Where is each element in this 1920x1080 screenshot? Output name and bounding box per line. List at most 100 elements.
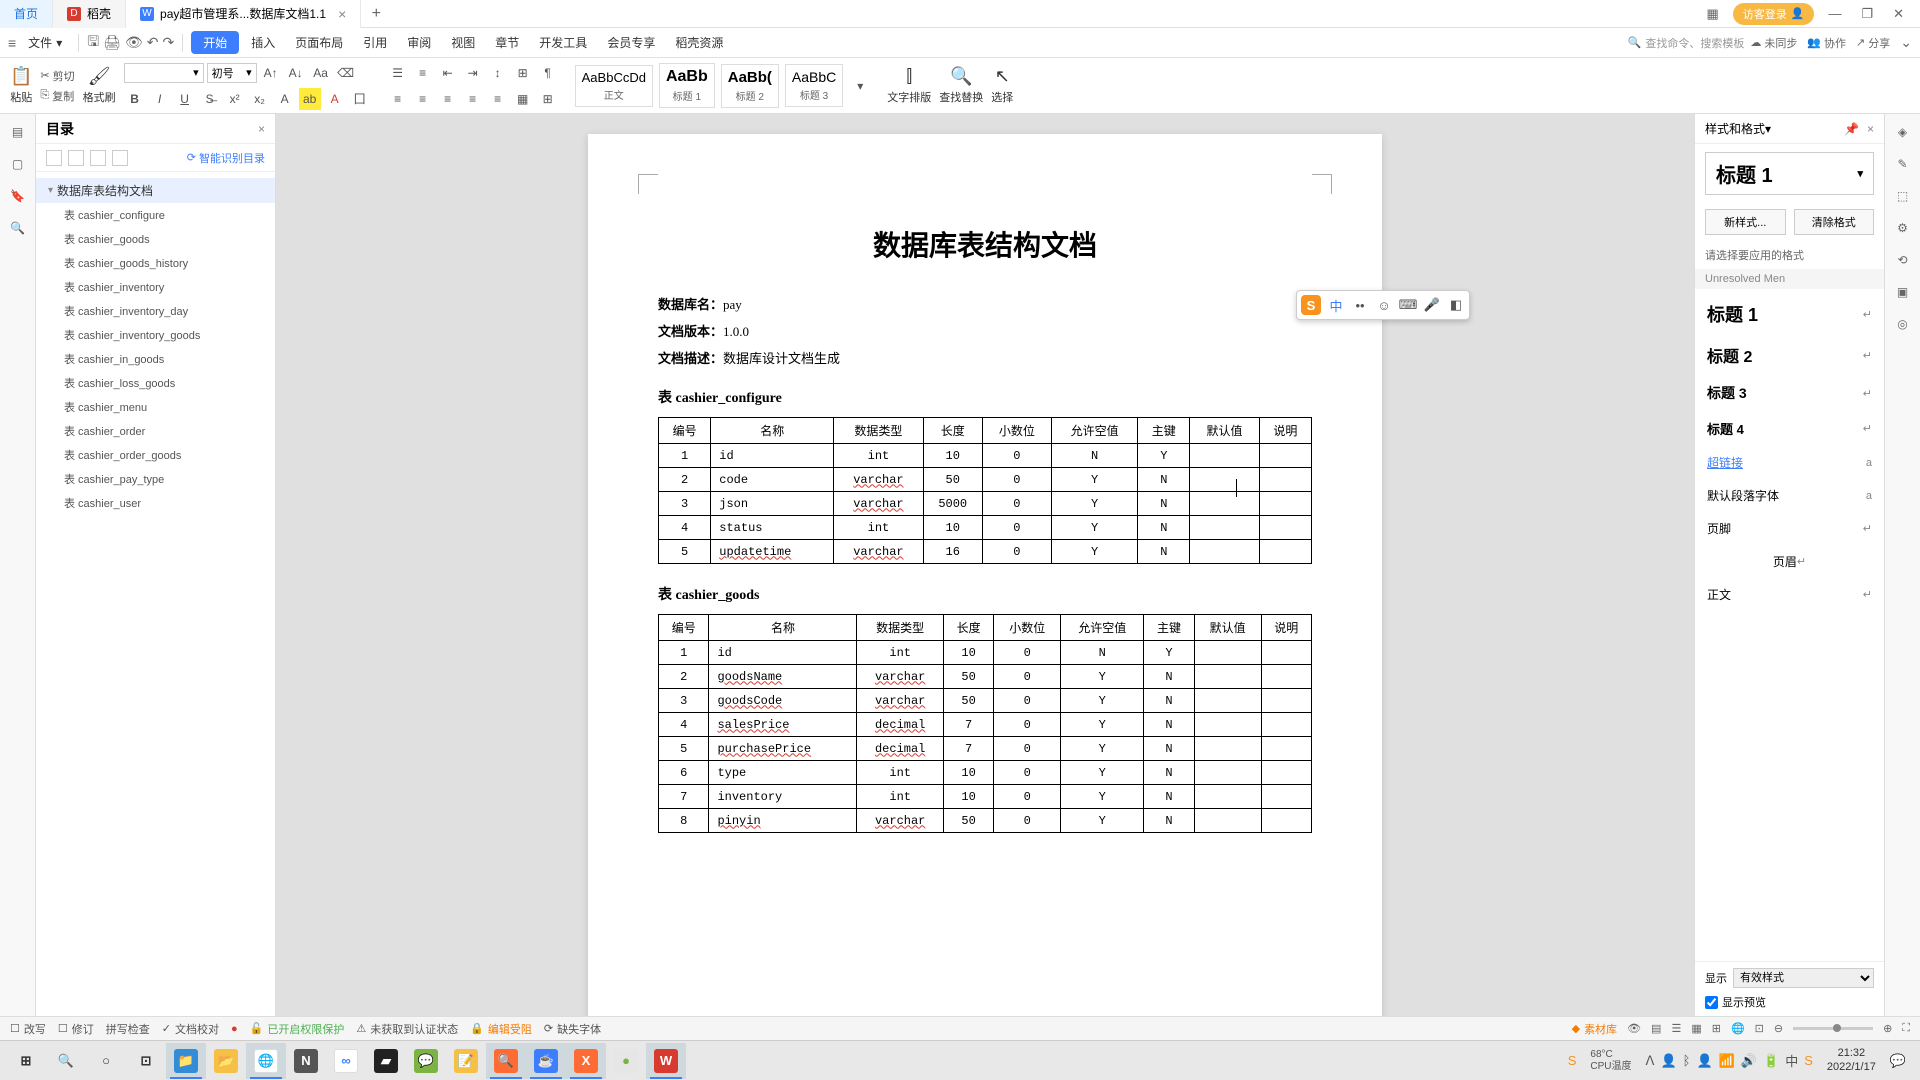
pin-icon[interactable]: 📌 <box>1844 122 1859 136</box>
sb-proof[interactable]: ✓ 文档校对 <box>162 1021 219 1037</box>
style-list-item[interactable]: 页眉↵ <box>1695 545 1884 578</box>
chevron-down-icon[interactable]: ⌄ <box>1900 34 1912 51</box>
app-xampp[interactable]: X <box>566 1043 606 1079</box>
highlight-button[interactable]: ab <box>299 88 321 110</box>
tray-batt-icon[interactable]: 🔋 <box>1763 1053 1779 1069</box>
line-spacing-button[interactable]: ↕ <box>487 62 509 84</box>
menu-review[interactable]: 审阅 <box>399 30 439 55</box>
preview-icon[interactable]: 👁 <box>125 34 143 51</box>
increase-indent-button[interactable]: ⇥ <box>462 62 484 84</box>
strikethrough-button[interactable]: S̶ <box>199 88 221 110</box>
new-style-button[interactable]: 新样式... <box>1705 209 1786 235</box>
style-h2[interactable]: AaBb(标题 2 <box>721 64 779 108</box>
copy-button[interactable]: ⎘复制 <box>40 88 74 104</box>
app-wechat[interactable]: 💬 <box>406 1043 446 1079</box>
menu-dake[interactable]: 稻壳资源 <box>667 30 731 55</box>
app-terminal[interactable]: ▰ <box>366 1043 406 1079</box>
wrap-icon[interactable]: ⟲ <box>1893 250 1913 270</box>
hamburger-icon[interactable]: ≡ <box>8 35 16 51</box>
tray-vol-icon[interactable]: 🔊 <box>1741 1053 1757 1069</box>
preview-checkbox[interactable]: 显示预览 <box>1705 994 1874 1010</box>
gear-icon[interactable]: ⚙ <box>1893 218 1913 238</box>
ime-skin-button[interactable]: ◧ <box>1447 296 1465 314</box>
clear-format-button[interactable]: 清除格式 <box>1794 209 1875 235</box>
sync-status[interactable]: ☁未同步 <box>1750 34 1797 51</box>
outline-item[interactable]: 表 cashier_in_goods <box>36 347 275 371</box>
search-button[interactable]: 🔍 <box>46 1043 86 1079</box>
align-justify-button[interactable]: ≡ <box>462 88 484 110</box>
tray-bt-icon[interactable]: ᛒ <box>1683 1053 1691 1068</box>
menu-start[interactable]: 开始 <box>191 31 239 54</box>
sb-layout4-icon[interactable]: ⊞ <box>1712 1022 1721 1035</box>
select-button[interactable]: ↖选择 <box>991 66 1013 105</box>
ime-zh-button[interactable]: 中 <box>1327 296 1345 314</box>
menu-member[interactable]: 会员专享 <box>599 30 663 55</box>
ime-punct-button[interactable]: •• <box>1351 296 1369 314</box>
font-name-select[interactable]: ▾ <box>124 63 204 83</box>
collab-button[interactable]: 👥协作 <box>1807 34 1846 51</box>
decrease-font-button[interactable]: A↓ <box>285 62 307 84</box>
sb-rights[interactable]: 🔓 已开启权限保护 <box>250 1021 345 1037</box>
diamond-icon[interactable]: ◈ <box>1893 122 1913 142</box>
menu-insert[interactable]: 插入 <box>243 30 283 55</box>
share-button[interactable]: ↗分享 <box>1856 34 1890 51</box>
char-border-button[interactable]: 囗 <box>349 88 371 110</box>
sb-layout1-icon[interactable]: ▤ <box>1651 1022 1661 1035</box>
tab-dake[interactable]: D稻壳 <box>53 0 126 28</box>
outline-tool-4[interactable] <box>112 150 128 166</box>
app-everything[interactable]: 🔍 <box>486 1043 526 1079</box>
show-marks-button[interactable]: ¶ <box>537 62 559 84</box>
redo-icon[interactable]: ↷ <box>162 34 174 51</box>
start-button[interactable]: ⊞ <box>6 1043 46 1079</box>
menu-dev[interactable]: 开发工具 <box>531 30 595 55</box>
menu-file[interactable]: 文件▾ <box>20 30 70 55</box>
outline-close-button[interactable]: × <box>258 122 265 136</box>
bookmark-icon[interactable]: 🔖 <box>8 186 28 206</box>
shading-button[interactable]: ▦ <box>512 88 534 110</box>
app-wps[interactable]: W <box>646 1043 686 1079</box>
sb-revision[interactable]: ☐ 修订 <box>58 1021 94 1037</box>
outline-item[interactable]: 表 cashier_loss_goods <box>36 371 275 395</box>
tray-clock[interactable]: 21:322022/1/17 <box>1819 1047 1884 1073</box>
font-color-button[interactable]: A <box>324 88 346 110</box>
style-list-item[interactable]: 页脚↵ <box>1695 512 1884 545</box>
tab-add-button[interactable]: + <box>361 5 391 23</box>
distributed-button[interactable]: ≡ <box>487 88 509 110</box>
paste-button[interactable]: 📋粘贴 <box>10 66 32 105</box>
outline-tool-1[interactable] <box>46 150 62 166</box>
change-case-button[interactable]: Aa <box>310 62 332 84</box>
tray-weather[interactable]: 68°CCPU温度 <box>1582 1049 1639 1073</box>
search-rail-icon[interactable]: 🔍 <box>8 218 28 238</box>
zoom-in-button[interactable]: ⊕ <box>1883 1022 1892 1035</box>
fullscreen-button[interactable]: ⛶ <box>1902 1022 1910 1035</box>
tray-ime-icon[interactable]: 中 <box>1785 1051 1798 1070</box>
style-list-item[interactable]: 标题 2↵ <box>1695 335 1884 375</box>
app-eclipse[interactable]: ● <box>606 1043 646 1079</box>
outline-item[interactable]: 表 cashier_user <box>36 491 275 515</box>
sb-overwrite[interactable]: ☐ 改写 <box>10 1021 46 1037</box>
tray-person-icon[interactable]: 👤 <box>1660 1053 1676 1069</box>
align-right-button[interactable]: ≡ <box>437 88 459 110</box>
minimize-button[interactable]: — <box>1822 6 1847 21</box>
number-list-button[interactable]: ≡ <box>412 62 434 84</box>
align-left-button[interactable]: ≡ <box>387 88 409 110</box>
bold-button[interactable]: B <box>124 88 146 110</box>
current-style-select[interactable]: 标题 1▾ <box>1705 152 1874 195</box>
sb-edit-blocked[interactable]: 🔒 编辑受阻 <box>470 1021 532 1037</box>
border-button[interactable]: ⊞ <box>537 88 559 110</box>
style-h1[interactable]: AaBb标题 1 <box>659 63 715 108</box>
sb-missing-font[interactable]: ⟳ 缺失字体 <box>544 1021 601 1037</box>
outline-item[interactable]: 表 cashier_inventory <box>36 275 275 299</box>
app-notion[interactable]: N <box>286 1043 326 1079</box>
smart-toc-button[interactable]: ⟳智能识别目录 <box>187 150 265 166</box>
style-h3[interactable]: AaBbC标题 3 <box>785 64 843 107</box>
outline-item[interactable]: 表 cashier_configure <box>36 203 275 227</box>
bullet-list-button[interactable]: ☰ <box>387 62 409 84</box>
app-java[interactable]: ☕ <box>526 1043 566 1079</box>
tray-sogou-icon[interactable]: S <box>1568 1053 1577 1068</box>
outline-root[interactable]: ▾数据库表结构文档 <box>36 178 275 203</box>
sb-grid-icon[interactable]: ⊡ <box>1755 1022 1764 1035</box>
print-icon[interactable]: 🖨 <box>103 34 121 51</box>
style-list-item[interactable]: 正文↵ <box>1695 578 1884 611</box>
outline-tool-2[interactable] <box>68 150 84 166</box>
